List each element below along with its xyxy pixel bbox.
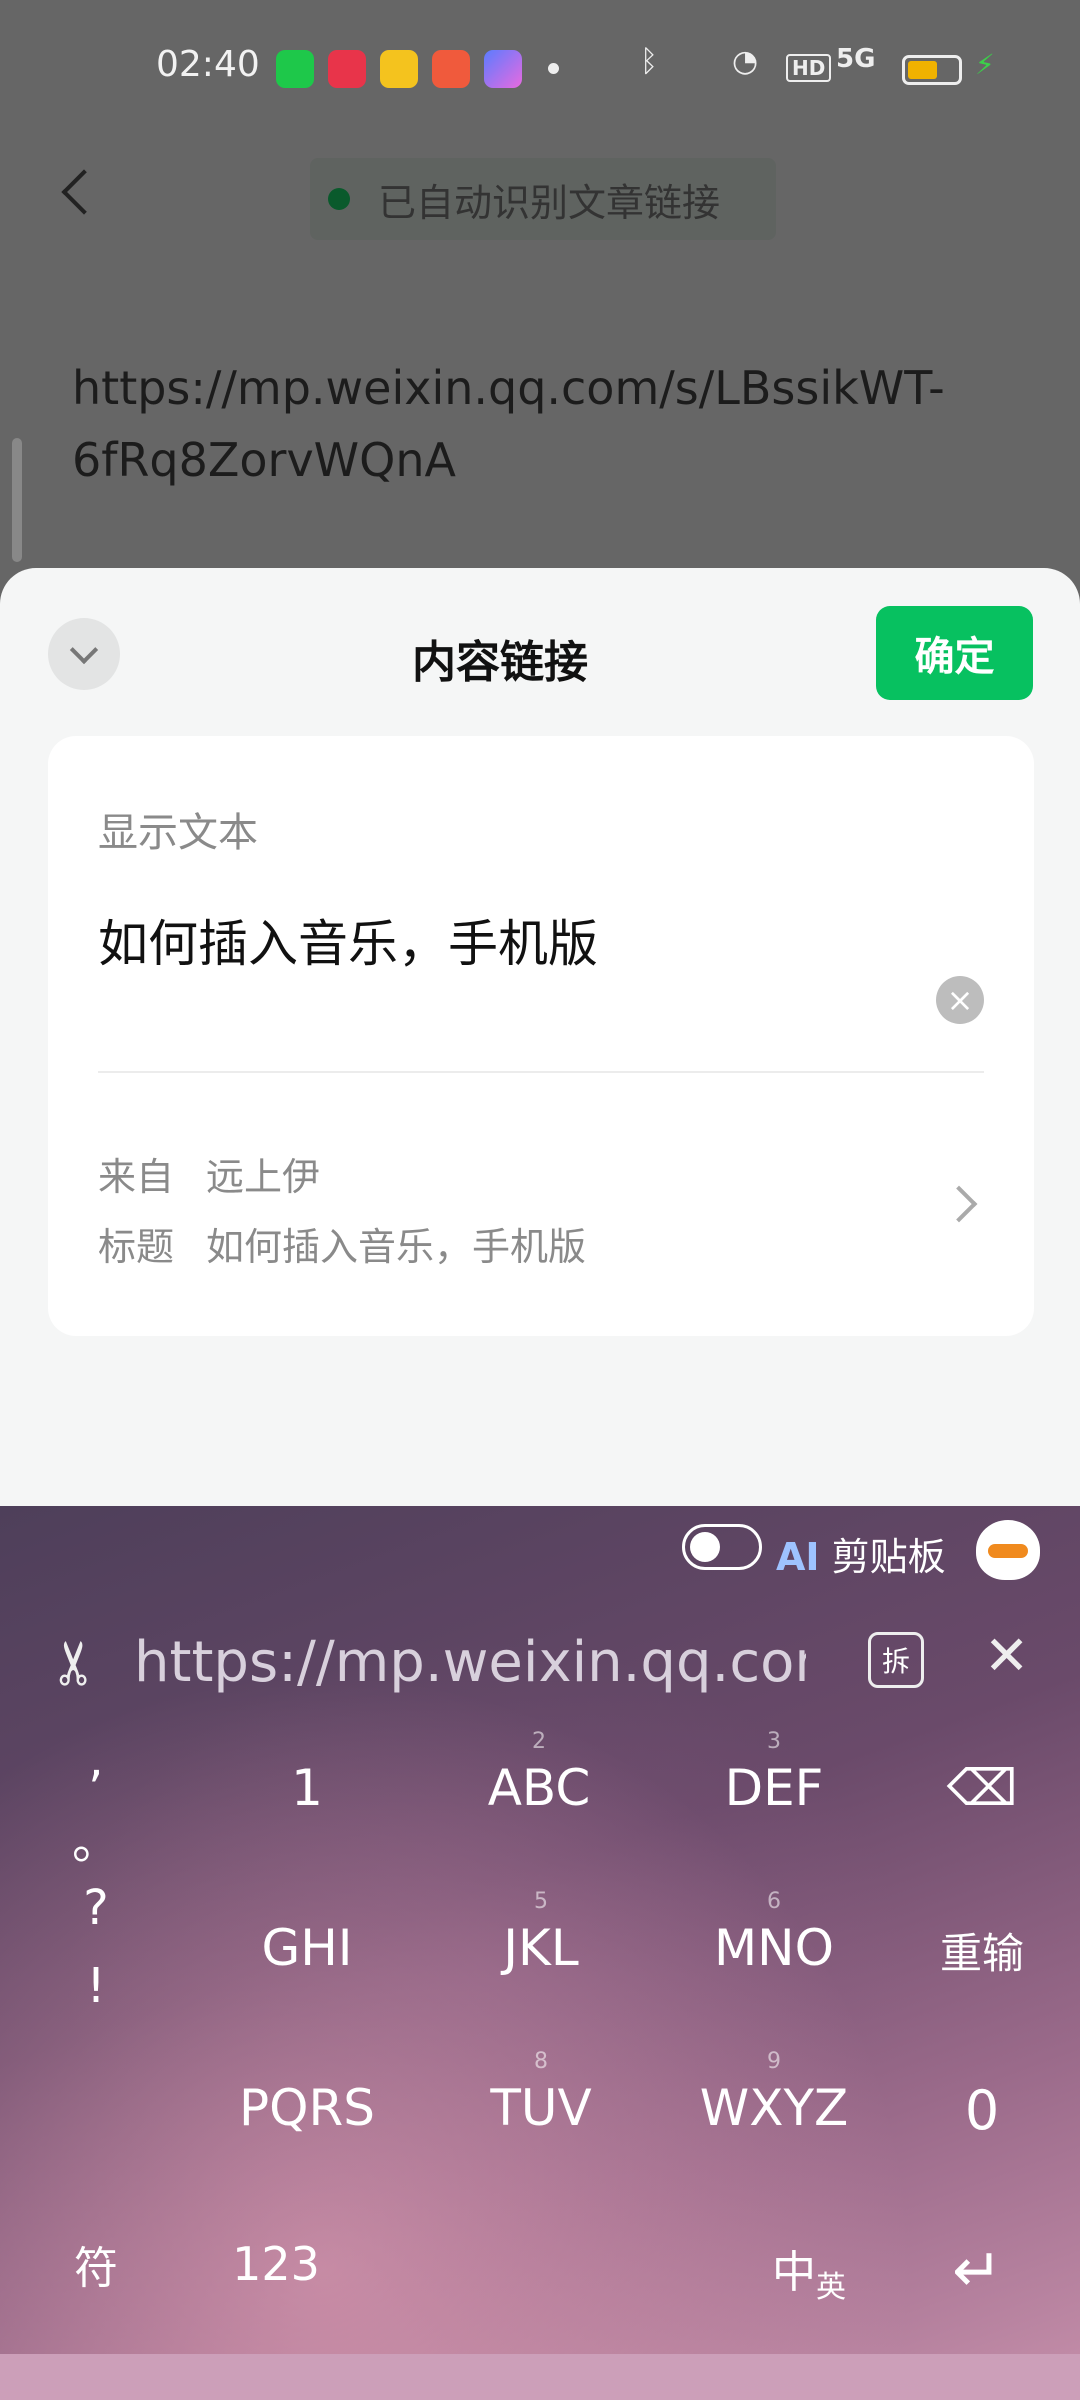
key-def[interactable]: 3 DEF [674,1723,874,1853]
editor-url-text[interactable]: https://mp.weixin.qq.com/s/LBssikWT-6fRq… [72,352,972,496]
key-def-label: DEF [724,1759,824,1817]
mascot-icon[interactable] [976,1520,1040,1580]
key-1[interactable]: 1 [207,1723,407,1853]
punct-period[interactable]: 。 [72,1802,120,1872]
article-title-key: 标题 [98,1225,175,1269]
key-1-label: 1 [291,1759,323,1817]
hd-icon: HD [786,54,832,82]
status-dot-icon [328,188,350,210]
article-title-row[interactable]: 标题 如何插入音乐，手机版 [98,1216,586,1271]
lang-en-label: 英 [816,2269,846,2305]
auto-detect-banner: 已自动识别文章链接 [310,158,776,240]
clipboard-suggestion[interactable]: https://mp.weixin.qq.com [134,1630,806,1695]
clipboard-button[interactable]: AI 剪贴板 [776,1526,946,1581]
pinduoduo-icon [432,50,470,88]
symbol-key-label: 符 [74,2243,118,2294]
num-key-label: 123 [232,2237,320,2291]
display-text-input[interactable]: 如何插入音乐，手机版 [98,904,598,976]
key-6-digit: 6 [767,1889,781,1914]
link-sheet: 内容链接 确定 显示文本 如何插入音乐，手机版 × 来自 远上伊 标题 如何插入音乐… [0,568,1080,1508]
notification-dot-icon [548,63,559,74]
source-value: 远上伊 [206,1155,321,1199]
wifi-icon: ◔ [732,44,759,79]
clipboard-label: 剪贴板 [831,1535,946,1579]
key-mno[interactable]: 6 MNO [674,1883,874,2013]
clipboard-suggestion-row: ✂ https://mp.weixin.qq.com 拆 ✕ [0,1618,1080,1706]
charging-icon: ⚡ [975,48,995,81]
keyboard-toolbar: AI 剪贴板 [0,1506,1080,1606]
sheet-title: 内容链接 [412,637,588,688]
key-5-digit: 5 [534,1889,548,1914]
bluetooth-icon: ᛒ [640,44,658,79]
key-8-digit: 8 [534,2049,548,2074]
key-tuv[interactable]: 8 TUV [441,2043,641,2173]
key-pqrs-label: PQRS [239,2079,375,2137]
auto-detect-text: 已自动识别文章链接 [378,180,721,225]
key-2-digit: 2 [532,1729,546,1754]
lang-zh-label: 中 [772,2247,816,2298]
punct-exclaim[interactable]: ! [86,1958,105,2014]
punct-comma[interactable]: , [88,1732,103,1788]
display-text-label: 显示文本 [98,810,258,856]
source-key: 来自 [98,1155,175,1199]
key-3-digit: 3 [767,1729,781,1754]
confirm-button[interactable]: 确定 [876,606,1033,700]
key-0[interactable]: 0 [882,2045,1080,2175]
lang-switch-key[interactable]: 中英 [772,2236,846,2306]
scroll-indicator[interactable] [12,438,22,562]
ai-icon: AI [776,1535,820,1579]
key-jkl[interactable]: 5 JKL [441,1883,641,2013]
signal-icon: 5G [836,44,876,74]
num-key[interactable]: 123 [176,2199,376,2329]
symbol-key[interactable]: 符 [0,2199,196,2329]
xiaohongshu-icon [328,50,366,88]
key-9-digit: 9 [767,2049,781,2074]
split-icon[interactable]: 拆 [868,1632,924,1688]
key-wxyz[interactable]: 9 WXYZ [674,2043,874,2173]
backspace-icon: ⌫ [946,1759,1018,1817]
link-card: 显示文本 如何插入音乐，手机版 × 来自 远上伊 标题 如何插入音乐，手机版 [48,736,1034,1336]
key-abc-label: ABC [487,1759,591,1817]
source-row[interactable]: 来自 远上伊 [98,1146,320,1201]
close-icon[interactable]: ✕ [984,1624,1029,1687]
ai-toggle[interactable] [682,1524,762,1570]
punct-question[interactable]: ? [83,1880,108,1936]
backspace-key[interactable]: ⌫ [882,1723,1080,1853]
chevron-right-icon[interactable] [940,1185,978,1223]
key-tuv-label: TUV [490,2079,592,2137]
wechat-icon [276,50,314,88]
divider [98,1071,984,1073]
key-mno-label: MNO [714,1919,834,1977]
battery-icon [902,55,962,85]
key-ghi[interactable]: GHI [207,1883,407,2013]
status-time: 02:40 [156,44,260,85]
gallery-icon [484,50,522,88]
key-wxyz-label: WXYZ [699,2079,849,2137]
back-button[interactable] [52,160,112,230]
keyboard: AI 剪贴板 ✂ https://mp.weixin.qq.com 拆 ✕ , … [0,1506,1080,2354]
key-abc[interactable]: 2 ABC [439,1723,639,1853]
enter-icon[interactable]: ↵ [952,2236,1002,2306]
navigation-bar [0,2354,1080,2400]
key-pqrs[interactable]: PQRS [207,2043,407,2173]
key-0-label: 0 [964,2078,1000,2142]
key-ghi-label: GHI [261,1919,353,1977]
clear-icon[interactable]: × [936,976,984,1024]
key-jkl-label: JKL [503,1919,579,1977]
scissors-icon[interactable]: ✂ [40,1638,110,1688]
article-title-value: 如何插入音乐，手机版 [206,1225,587,1269]
space-key[interactable] [361,2199,721,2329]
status-bar: 02:40 ᛒ ◔ HD 5G ⚡ [0,0,1080,140]
app-icon [380,50,418,88]
reset-key-label: 重输 [939,1928,1024,1978]
reset-key[interactable]: 重输 [882,1885,1080,2015]
